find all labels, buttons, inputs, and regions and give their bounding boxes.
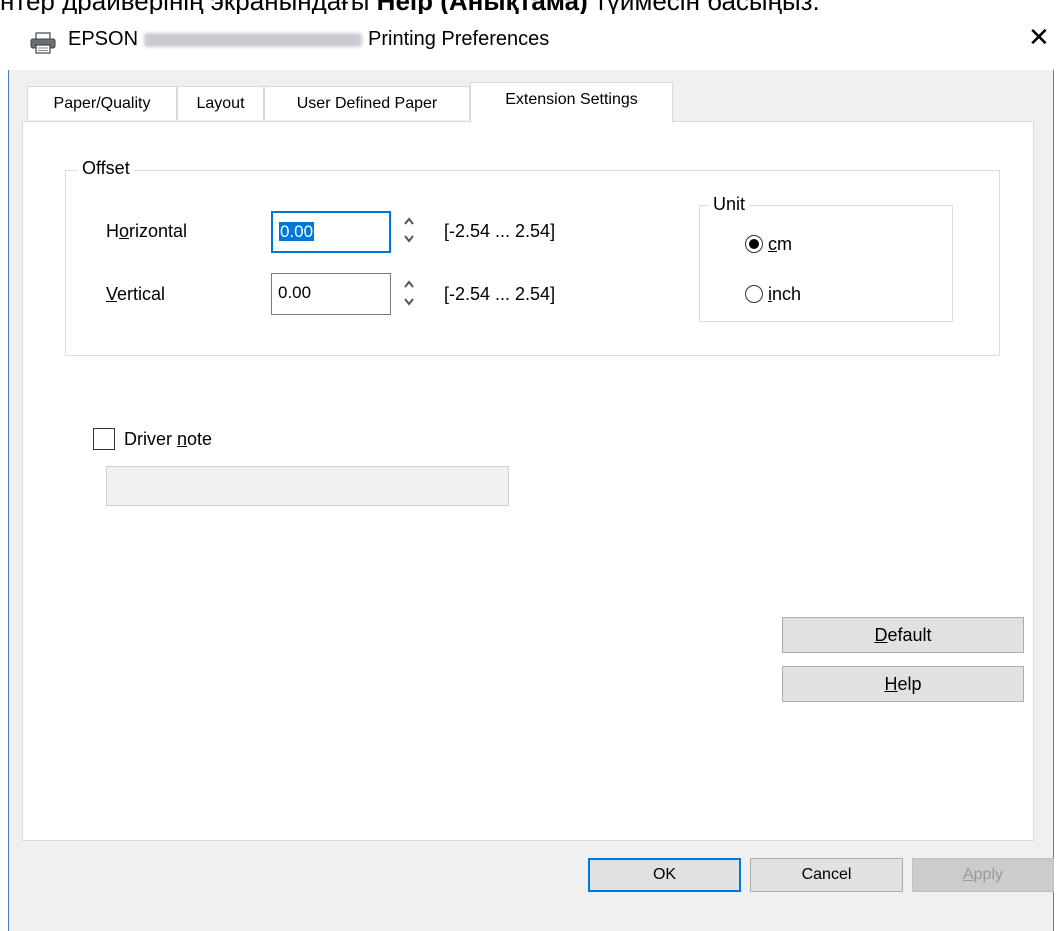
default-button[interactable]: Default (782, 617, 1024, 653)
model-name-redacted (144, 32, 363, 47)
vertical-spin-button[interactable] (400, 275, 418, 315)
unit-cm-radio[interactable] (745, 235, 763, 253)
unit-groupbox (699, 205, 953, 322)
window-title: EPSON Printing Preferences (68, 28, 550, 50)
vertical-label: Vertical (106, 284, 166, 304)
tab-paper-quality[interactable]: Paper/Quality (27, 86, 177, 120)
driver-note-checkbox[interactable] (93, 428, 115, 450)
tab-user-defined-paper[interactable]: User Defined Paper (264, 86, 470, 120)
tab-extension-settings[interactable]: Extension Settings (470, 82, 673, 123)
vertical-offset-input[interactable]: 0.00 (271, 273, 391, 315)
spin-arrows-icon (404, 217, 414, 243)
cancel-button[interactable]: Cancel (750, 858, 903, 892)
ok-button[interactable]: OK (588, 858, 741, 892)
tab-layout[interactable]: Layout (177, 86, 264, 120)
vertical-range: [-2.54 ... 2.54] (444, 284, 556, 304)
horizontal-spin-button[interactable] (400, 212, 418, 252)
driver-note-input[interactable] (106, 466, 509, 506)
horizontal-label: Horizontal (106, 221, 188, 241)
unit-inch-label[interactable]: inch (768, 283, 801, 305)
printer-icon (30, 32, 56, 54)
close-icon[interactable]: ✕ (1028, 24, 1050, 50)
help-button[interactable]: Help (782, 666, 1024, 702)
spin-arrows-icon (404, 280, 414, 306)
driver-note-label[interactable]: Driver note (124, 428, 212, 450)
horizontal-range: [-2.54 ... 2.54] (444, 221, 556, 241)
unit-label: Unit (709, 194, 750, 214)
unit-cm-label[interactable]: cm (768, 233, 792, 255)
offset-label: Offset (78, 158, 134, 178)
apply-button[interactable]: Apply (912, 858, 1054, 892)
unit-inch-radio[interactable] (745, 285, 763, 303)
horizontal-offset-input[interactable]: 0.00 (271, 211, 391, 253)
